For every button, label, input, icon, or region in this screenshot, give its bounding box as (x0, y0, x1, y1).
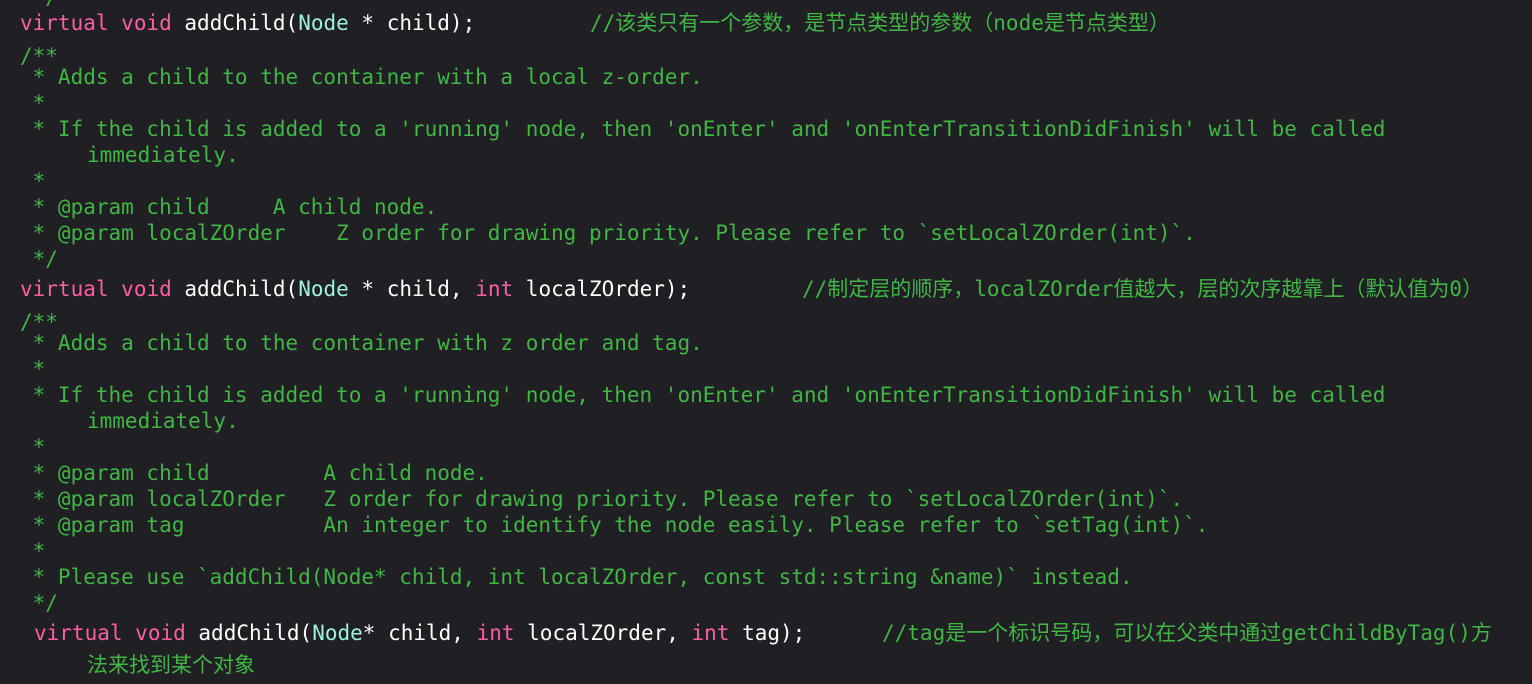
code-editor[interactable]: */ virtual void addChild(Node * child); … (0, 0, 1532, 684)
params: localZOrder, (514, 621, 692, 645)
type-node: Node (312, 621, 363, 645)
params: * child, (348, 277, 476, 301)
function-name: addChild( (184, 277, 299, 301)
doc-comment-deprecation-note: * Please use `addChild(Node* child, int … (20, 565, 1133, 589)
doc-comment-line: * If the child is added to a 'running' n… (20, 383, 1386, 407)
keyword-int: int (475, 277, 514, 301)
doc-comment-param-child: * @param child A child node. (20, 195, 438, 219)
function-name: addChild( (198, 621, 313, 645)
doc-comment-line-wrap: immediately. (87, 409, 239, 433)
doc-comment-line: * (20, 539, 46, 563)
doc-comment-close: */ (20, 591, 58, 615)
doc-comment-line: * (20, 357, 46, 381)
keyword-virtual: virtual (34, 621, 123, 645)
doc-comment-param-child: * @param child A child node. (20, 461, 488, 485)
keyword-int: int (476, 621, 515, 645)
params: * child); (348, 11, 476, 35)
doc-comment-line-wrap: immediately. (87, 143, 239, 167)
doc-comment-param-localzorder: * @param localZOrder Z order for drawing… (20, 221, 1196, 245)
type-node: Node (298, 11, 349, 35)
code-line-decl-addchild-1: virtual void addChild(Node * child); (20, 10, 475, 36)
code-line-decl-addchild-3: virtual void addChild(Node* child, int l… (34, 620, 805, 646)
params: tag); (729, 621, 806, 645)
params: localZOrder); (513, 277, 691, 301)
keyword-void: void (121, 11, 172, 35)
doc-comment-line: * (20, 435, 46, 459)
keyword-void: void (121, 277, 172, 301)
doc-comment-line: * (20, 169, 46, 193)
type-node: Node (298, 277, 349, 301)
keyword-int: int (691, 621, 730, 645)
doc-comment-line: * Adds a child to the container with z o… (20, 331, 703, 355)
code-line-top-fragment: */ (20, 0, 58, 10)
function-name: addChild( (184, 11, 299, 35)
doc-comment-line: * Adds a child to the container with a l… (20, 65, 703, 89)
keyword-void: void (135, 621, 186, 645)
code-line-decl-addchild-2: virtual void addChild(Node * child, int … (20, 276, 690, 302)
doc-comment-close: */ (20, 247, 58, 271)
keyword-virtual: virtual (20, 11, 109, 35)
inline-comment-3-wrap: 法来找到某个对象 (87, 653, 255, 677)
doc-comment-param-localzorder: * @param localZOrder Z order for drawing… (20, 487, 1184, 511)
doc-comment-line: * (20, 91, 46, 115)
keyword-virtual: virtual (20, 277, 109, 301)
doc-comment-line: * If the child is added to a 'running' n… (20, 117, 1386, 141)
doc-comment-param-tag: * @param tag An integer to identify the … (20, 513, 1209, 537)
params: * child, (362, 621, 477, 645)
inline-comment-1: //该类只有一个参数，是节点类型的参数（node是节点类型） (590, 11, 1170, 35)
inline-comment-2: //制定层的顺序，localZOrder值越大，层的次序越靠上（默认值为0） (802, 277, 1484, 301)
inline-comment-3: //tag是一个标识号码，可以在父类中通过getChildByTag()方 (882, 621, 1492, 645)
